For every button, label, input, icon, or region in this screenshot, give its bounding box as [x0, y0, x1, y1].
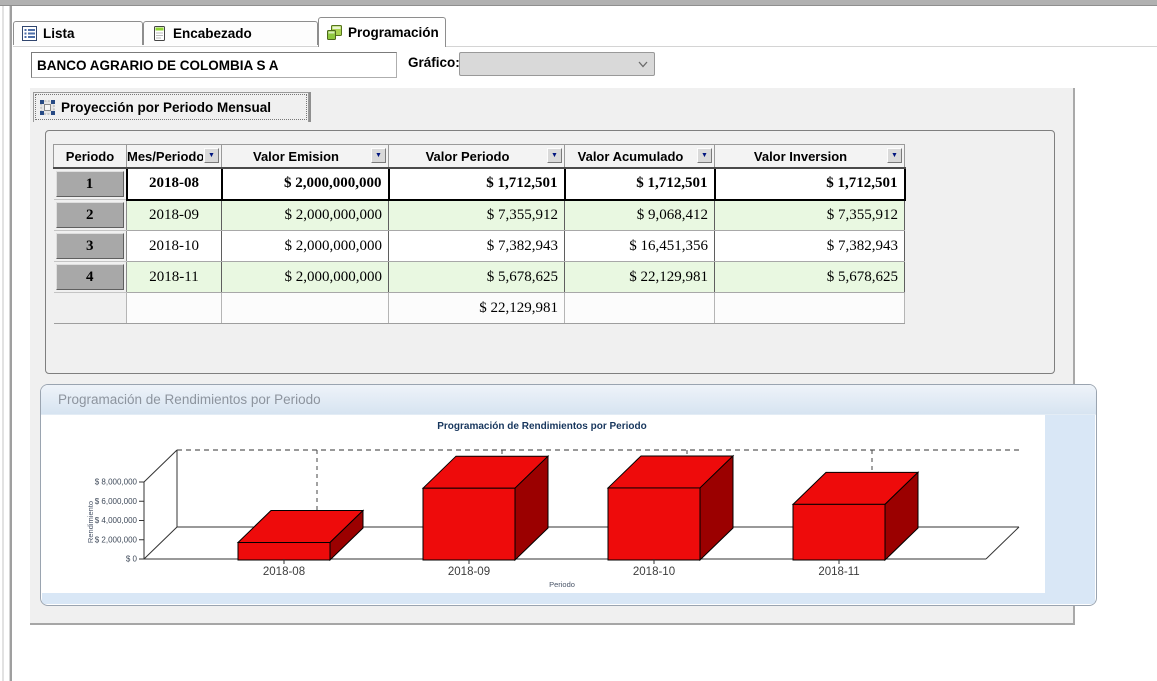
cell-valor-periodo[interactable]: $ 7,382,943 — [389, 231, 565, 262]
filter-inversion-button[interactable]: ▼ — [887, 148, 902, 163]
grafico-dropdown[interactable] — [459, 52, 655, 76]
cell-mes[interactable]: 2018-11 — [127, 262, 222, 293]
cell-valor-acumulado[interactable]: $ 9,068,412 — [565, 200, 715, 231]
window-left-border — [2, 6, 4, 681]
col-header-valor-emision[interactable]: Valor Emision▼ — [222, 145, 389, 169]
table-row[interactable]: 2 2018-09 $ 2,000,000,000 $ 7,355,912 $ … — [54, 200, 905, 231]
cell-valor-periodo[interactable]: $ 7,355,912 — [389, 200, 565, 231]
chart-ylabel: Rendimiento — [86, 501, 95, 543]
form-icon — [152, 26, 167, 41]
tabstrip-baseline — [13, 46, 1157, 47]
svg-text:$ 6,000,000: $ 6,000,000 — [95, 497, 138, 506]
tab-label: Programación — [348, 25, 439, 40]
tab-lista[interactable]: Lista — [13, 21, 143, 45]
row-header: 1 — [56, 171, 124, 197]
grid-header-row: Periodo Mes/Periodo▼ Valor Emision▼ Valo… — [54, 145, 905, 169]
chevron-down-icon — [632, 61, 654, 68]
table-row[interactable]: 1 2018-08 $ 2,000,000,000 $ 1,712,501 $ … — [54, 168, 905, 200]
filter-acumulado-button[interactable]: ▼ — [697, 148, 712, 163]
selection-icon — [40, 100, 55, 115]
bank-name-field[interactable] — [31, 52, 397, 78]
cell-valor-acumulado[interactable]: $ 16,451,356 — [565, 231, 715, 262]
projection-grid: Periodo Mes/Periodo▼ Valor Emision▼ Valo… — [53, 144, 906, 324]
programacion-tab-page: Proyección por Periodo Mensual Periodo M… — [30, 88, 1075, 625]
cell-mes[interactable]: 2018-08 — [127, 168, 222, 200]
col-header-valor-periodo[interactable]: Valor Periodo▼ — [389, 145, 565, 169]
col-header-valor-acumulado[interactable]: Valor Acumulado▼ — [565, 145, 715, 169]
windows-icon — [327, 25, 342, 40]
tab-encabezado[interactable]: Encabezado — [143, 21, 318, 45]
svg-text:$ 2,000,000: $ 2,000,000 — [95, 535, 138, 544]
cell-valor-acumulado[interactable]: $ 1,712,501 — [565, 168, 715, 200]
chart-title: Programación de Rendimientos por Periodo — [437, 421, 646, 432]
application-window: Lista Encabezado Programación Gráfico: — [0, 0, 1157, 681]
list-icon — [22, 26, 37, 41]
subtab-label: Proyección por Periodo Mensual — [61, 100, 271, 115]
cell-valor-inversion[interactable]: $ 7,382,943 — [715, 231, 905, 262]
cell-mes[interactable]: 2018-09 — [127, 200, 222, 231]
svg-text:2018-08: 2018-08 — [263, 566, 305, 578]
tab-label: Encabezado — [173, 26, 252, 41]
table-row[interactable]: 4 2018-11 $ 2,000,000,000 $ 5,678,625 $ … — [54, 262, 905, 293]
cell-valor-emision[interactable]: $ 2,000,000,000 — [222, 168, 389, 200]
cell-valor-periodo[interactable]: $ 5,678,625 — [389, 262, 565, 293]
chart-groupbox-title: Programación de Rendimientos por Periodo — [41, 385, 1096, 415]
col-header-periodo[interactable]: Periodo — [54, 145, 127, 169]
total-valor-periodo: $ 22,129,981 — [389, 293, 565, 324]
filter-periodo-button[interactable]: ▼ — [547, 148, 562, 163]
chart-groupbox: Programación de Rendimientos por Periodo… — [40, 384, 1097, 606]
row-header: 3 — [56, 233, 125, 259]
cell-valor-emision[interactable]: $ 2,000,000,000 — [222, 262, 389, 293]
svg-text:2018-11: 2018-11 — [818, 566, 859, 578]
svg-text:2018-09: 2018-09 — [448, 566, 490, 578]
svg-text:$ 4,000,000: $ 4,000,000 — [95, 516, 138, 525]
cell-valor-inversion[interactable]: $ 1,712,501 — [715, 168, 905, 200]
row-header: 4 — [56, 264, 125, 290]
cell-valor-emision[interactable]: $ 2,000,000,000 — [222, 231, 389, 262]
svg-text:2018-10: 2018-10 — [633, 566, 675, 578]
cell-valor-periodo[interactable]: $ 1,712,501 — [389, 168, 565, 200]
rendimientos-3d-bar-chart: Programación de Rendimientos por Periodo… — [41, 415, 1097, 606]
svg-text:$ 0: $ 0 — [126, 555, 138, 564]
filter-mes-button[interactable]: ▼ — [204, 148, 219, 163]
total-row: $ 22,129,981 — [54, 293, 905, 324]
cell-valor-emision[interactable]: $ 2,000,000,000 — [222, 200, 389, 231]
table-row[interactable]: 3 2018-10 $ 2,000,000,000 $ 7,382,943 $ … — [54, 231, 905, 262]
col-header-mes-periodo[interactable]: Mes/Periodo▼ — [127, 145, 222, 169]
tab-label: Lista — [43, 26, 75, 41]
row-header: 2 — [56, 202, 125, 228]
filter-emision-button[interactable]: ▼ — [371, 148, 386, 163]
chart-xlabel: Periodo — [549, 580, 575, 589]
subtab-proyeccion-mensual[interactable]: Proyección por Periodo Mensual — [33, 92, 309, 122]
cell-valor-inversion[interactable]: $ 7,355,912 — [715, 200, 905, 231]
window-top-border — [0, 0, 1157, 6]
cell-valor-inversion[interactable]: $ 5,678,625 — [715, 262, 905, 293]
svg-text:$ 8,000,000: $ 8,000,000 — [95, 478, 138, 487]
col-header-valor-inversion[interactable]: Valor Inversion▼ — [715, 145, 905, 169]
grafico-label: Gráfico: — [408, 55, 460, 70]
cell-mes[interactable]: 2018-10 — [127, 231, 222, 262]
tab-programacion[interactable]: Programación — [318, 17, 446, 47]
table-panel: Periodo Mes/Periodo▼ Valor Emision▼ Valo… — [45, 130, 1055, 374]
window-left-border-groove — [10, 6, 12, 681]
cell-valor-acumulado[interactable]: $ 22,129,981 — [565, 262, 715, 293]
